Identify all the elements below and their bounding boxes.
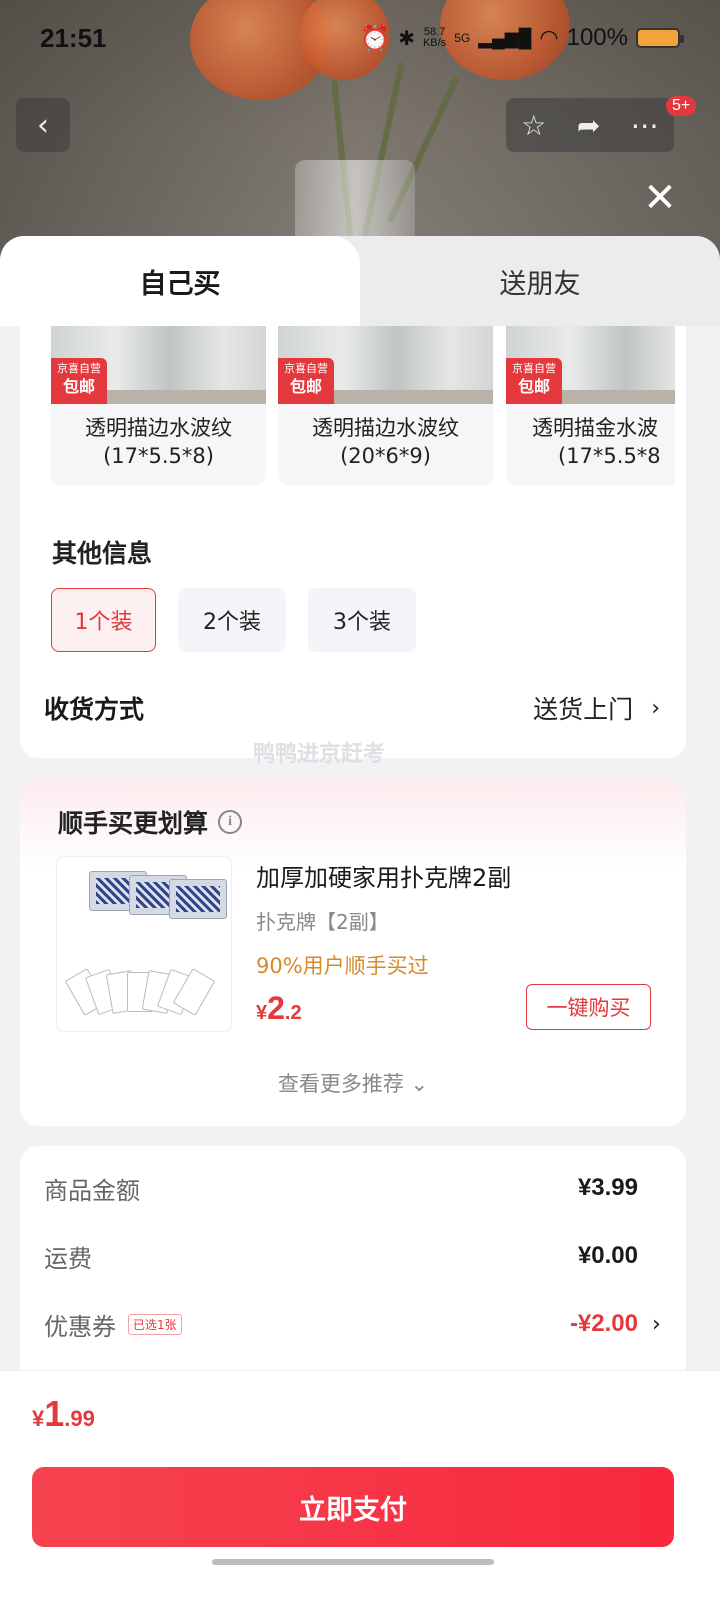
addon-product-image[interactable] — [56, 856, 232, 1032]
home-indicator[interactable] — [212, 1559, 494, 1565]
variant-name: 透明描金水波 (17*5.5*8 — [506, 414, 675, 470]
coupon-value: -¥2.00 — [569, 1310, 638, 1337]
battery-icon — [636, 28, 684, 48]
variant-name-line2: (20*6*9) — [340, 444, 431, 468]
tag-bottom-text: 包邮 — [289, 377, 322, 396]
shipping-method-row[interactable]: 收货方式 送货上门 › — [44, 678, 660, 738]
coupon-selected-tag: 已选1张 — [128, 1313, 182, 1335]
total-decimal: .99 — [64, 1406, 95, 1431]
variant-name: 透明描边水波纹 (17*5.5*8) — [51, 414, 266, 470]
tag-top-text: 京喜自营 — [512, 362, 556, 375]
header-actions: ☆ ➦ ⋯ — [506, 98, 674, 152]
chevron-left-icon: ‹ — [37, 107, 49, 143]
status-icons: ⏰ ✱ 58.7 KB/s 5G ▂▄▆█ ◠ 100% — [360, 24, 684, 53]
variant-name: 透明描边水波纹 (20*6*9) — [278, 414, 493, 470]
chevron-right-icon: › — [652, 1311, 661, 1337]
chevron-right-icon: › — [651, 695, 660, 721]
pay-now-button[interactable]: 立即支付 — [32, 1467, 674, 1547]
variant-name-line2: (17*5.5*8 — [558, 444, 661, 468]
tab-buy-self[interactable]: 自己买 — [0, 236, 360, 326]
jd-self-operated-tag: 京喜自营 包邮 — [278, 358, 334, 404]
tag-top-text: 京喜自营 — [57, 362, 101, 375]
back-button[interactable]: ‹ — [16, 98, 70, 152]
star-icon[interactable]: ☆ — [521, 109, 546, 142]
tag-top-text: 京喜自营 — [284, 362, 328, 375]
shipping-label: 收货方式 — [44, 695, 145, 724]
jd-self-operated-tag: 京喜自营 包邮 — [51, 358, 107, 404]
addon-recommend-card: 顺手买更划算 i 加厚加硬家用扑克牌2副 扑克牌【2副】 90%用户顺手买过 ¥… — [20, 778, 686, 1126]
wifi-icon: ◠ — [539, 25, 559, 50]
watermark: 鸭鸭进京赶考 — [253, 742, 386, 767]
variant-list: 京喜自营 包邮 透明描边水波纹 (17*5.5*8) 京喜自营 包邮 透明描边水… — [51, 326, 675, 486]
net-speed: 58.7 KB/s — [423, 27, 446, 49]
addon-product-spec: 扑克牌【2副】 — [256, 910, 389, 934]
battery-percent: 100% — [566, 24, 628, 51]
chevron-down-icon: ⌄ — [410, 1072, 429, 1096]
message-badge: 5+ — [666, 96, 697, 116]
price-decimal: .2 — [284, 1002, 302, 1024]
jd-self-operated-tag: 京喜自营 包邮 — [506, 358, 562, 404]
purchase-tabs: 送朋友 自己买 — [0, 236, 720, 326]
price-summary-card: 商品金额 ¥3.99 运费 ¥0.00 优惠券 已选1张 -¥2.00 › — [20, 1146, 686, 1386]
see-more-recommend[interactable]: 查看更多推荐 ⌄ — [20, 1068, 686, 1098]
net-speed-unit: KB/s — [422, 37, 447, 49]
goods-amount-label: 商品金额 — [44, 1176, 140, 1205]
variant-item[interactable]: 京喜自营 包邮 透明描边水波纹 (20*6*9) — [278, 326, 493, 486]
price-integer: 2 — [267, 990, 285, 1026]
variant-name-line1: 透明描金水波 — [532, 416, 658, 440]
freight-row: 运费 ¥0.00 — [44, 1236, 664, 1276]
tag-bottom-text: 包邮 — [62, 377, 95, 396]
see-more-label: 查看更多推荐 — [277, 1072, 404, 1096]
one-click-buy-button[interactable]: 一键购买 — [526, 984, 651, 1030]
shipping-value: 送货上门 — [533, 695, 634, 724]
variant-item[interactable]: 京喜自营 包邮 透明描金水波 (17*5.5*8 — [506, 326, 675, 486]
status-bar: 21:51 ⏰ ✱ 58.7 KB/s 5G ▂▄▆█ ◠ 100% — [0, 0, 720, 76]
network-type: 5G — [454, 31, 471, 45]
total-price: ¥1.99 — [32, 1393, 95, 1435]
total-integer: 1 — [44, 1393, 65, 1434]
pack-option-3[interactable]: 3个装 — [308, 588, 416, 652]
price-symbol: ¥ — [256, 1002, 268, 1024]
card-fan-graphic — [64, 952, 216, 1016]
goods-amount-value: ¥3.99 — [577, 1174, 638, 1201]
addon-product-name[interactable]: 加厚加硬家用扑克牌2副 — [256, 858, 511, 893]
variant-name-line2: (17*5.5*8) — [103, 444, 214, 468]
other-info-title: 其他信息 — [52, 539, 153, 568]
pack-option-2[interactable]: 2个装 — [178, 588, 286, 652]
freight-label: 运费 — [44, 1244, 92, 1273]
share-icon[interactable]: ➦ — [577, 109, 600, 142]
variant-name-line1: 透明描边水波纹 — [85, 416, 232, 440]
more-icon[interactable]: ⋯ — [631, 109, 659, 142]
tag-bottom-text: 包邮 — [517, 377, 550, 396]
status-time: 21:51 — [40, 22, 107, 53]
spec-card: 京喜自营 包邮 透明描边水波纹 (17*5.5*8) 京喜自营 包邮 透明描边水… — [20, 326, 686, 758]
close-icon[interactable]: ✕ — [640, 178, 680, 218]
pack-options: 1个装 2个装 3个装 — [51, 588, 416, 652]
goods-amount-row: 商品金额 ¥3.99 — [44, 1168, 664, 1208]
bottom-pay-bar: ¥1.99 立即支付 — [0, 1370, 720, 1600]
total-symbol: ¥ — [32, 1406, 45, 1431]
pack-option-1[interactable]: 1个装 — [51, 588, 156, 652]
freight-value: ¥0.00 — [577, 1242, 638, 1269]
signal-icon: ▂▄▆█ — [478, 27, 532, 48]
variant-item[interactable]: 京喜自营 包邮 透明描边水波纹 (17*5.5*8) — [51, 326, 266, 486]
addon-title: 顺手买更划算 i — [58, 804, 243, 840]
alarm-icon: ⏰ — [360, 24, 391, 52]
addon-buy-rate: 90%用户顺手买过 — [256, 954, 429, 978]
tab-gift-friend[interactable]: 送朋友 — [360, 236, 720, 326]
addon-price: ¥2.2 — [256, 990, 302, 1027]
addon-title-text: 顺手买更划算 — [58, 809, 209, 838]
coupon-label: 优惠券 — [44, 1312, 116, 1341]
info-icon[interactable]: i — [218, 810, 243, 834]
card-deck-graphic — [169, 879, 227, 919]
variant-name-line1: 透明描边水波纹 — [312, 416, 459, 440]
coupon-row[interactable]: 优惠券 已选1张 -¥2.00 › — [44, 1304, 664, 1344]
bluetooth-icon: ✱ — [398, 27, 415, 50]
